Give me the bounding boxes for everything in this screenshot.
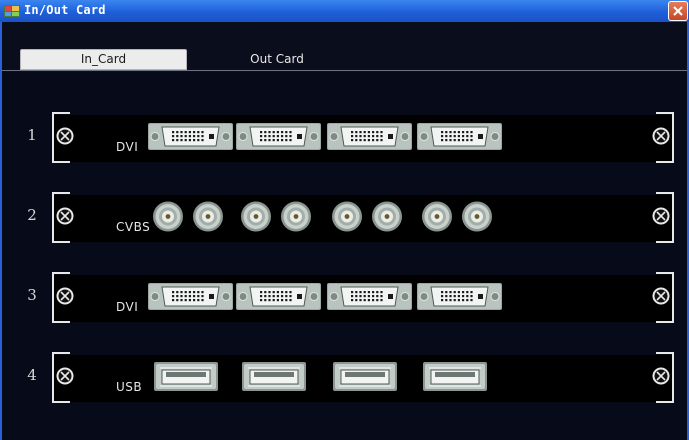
- slot-number: 3: [27, 286, 37, 304]
- in-out-card-window: In/Out Card In_Card Out Card 1 DVI 2 CVBS 3 D…: [0, 0, 689, 440]
- dvi-port-icon[interactable]: [148, 120, 233, 153]
- screw-icon: [56, 207, 74, 225]
- usb-port-icon[interactable]: [327, 360, 412, 393]
- bnc-port-icon[interactable]: [236, 200, 321, 233]
- screw-icon: [56, 367, 74, 385]
- dvi-port-icon[interactable]: [417, 280, 502, 313]
- card-slot-1[interactable]: DVI: [52, 112, 674, 163]
- screw-icon: [652, 287, 670, 305]
- tab-bar: In_Card Out Card: [2, 22, 687, 72]
- screw-icon: [652, 207, 670, 225]
- screw-icon: [56, 127, 74, 145]
- card-type-label: USB: [116, 380, 143, 394]
- screw-icon: [652, 127, 670, 145]
- card-slot-4[interactable]: USB: [52, 352, 674, 403]
- dvi-port-icon[interactable]: [236, 280, 321, 313]
- bnc-port-icon[interactable]: [327, 200, 412, 233]
- window-title: In/Out Card: [24, 3, 106, 17]
- tab-in-card[interactable]: In_Card: [20, 49, 187, 70]
- dvi-port-icon[interactable]: [148, 280, 233, 313]
- card-slot-2[interactable]: CVBS: [52, 192, 674, 243]
- card-type-label: DVI: [116, 140, 139, 154]
- tab-divider: [2, 70, 687, 71]
- app-icon: [4, 5, 20, 17]
- dvi-port-icon[interactable]: [417, 120, 502, 153]
- dvi-port-icon[interactable]: [327, 120, 412, 153]
- close-button[interactable]: [668, 1, 688, 21]
- slot-number: 2: [27, 206, 37, 224]
- usb-port-icon[interactable]: [148, 360, 233, 393]
- screw-icon: [652, 367, 670, 385]
- dvi-port-icon[interactable]: [327, 280, 412, 313]
- card-panel: In_Card Out Card 1 DVI 2 CVBS 3 DVI 4 USB: [2, 22, 687, 440]
- slot-number: 4: [27, 366, 37, 384]
- slot-number: 1: [27, 126, 37, 144]
- bnc-port-icon[interactable]: [417, 200, 502, 233]
- card-slot-3[interactable]: DVI: [52, 272, 674, 323]
- usb-port-icon[interactable]: [236, 360, 321, 393]
- card-type-label: CVBS: [116, 220, 151, 234]
- title-bar[interactable]: In/Out Card: [0, 0, 689, 22]
- close-icon: [673, 6, 683, 16]
- dvi-port-icon[interactable]: [236, 120, 321, 153]
- card-type-label: DVI: [116, 300, 139, 314]
- bnc-port-icon[interactable]: [148, 200, 233, 233]
- tab-out-card[interactable]: Out Card: [207, 49, 347, 70]
- screw-icon: [56, 287, 74, 305]
- usb-port-icon[interactable]: [417, 360, 502, 393]
